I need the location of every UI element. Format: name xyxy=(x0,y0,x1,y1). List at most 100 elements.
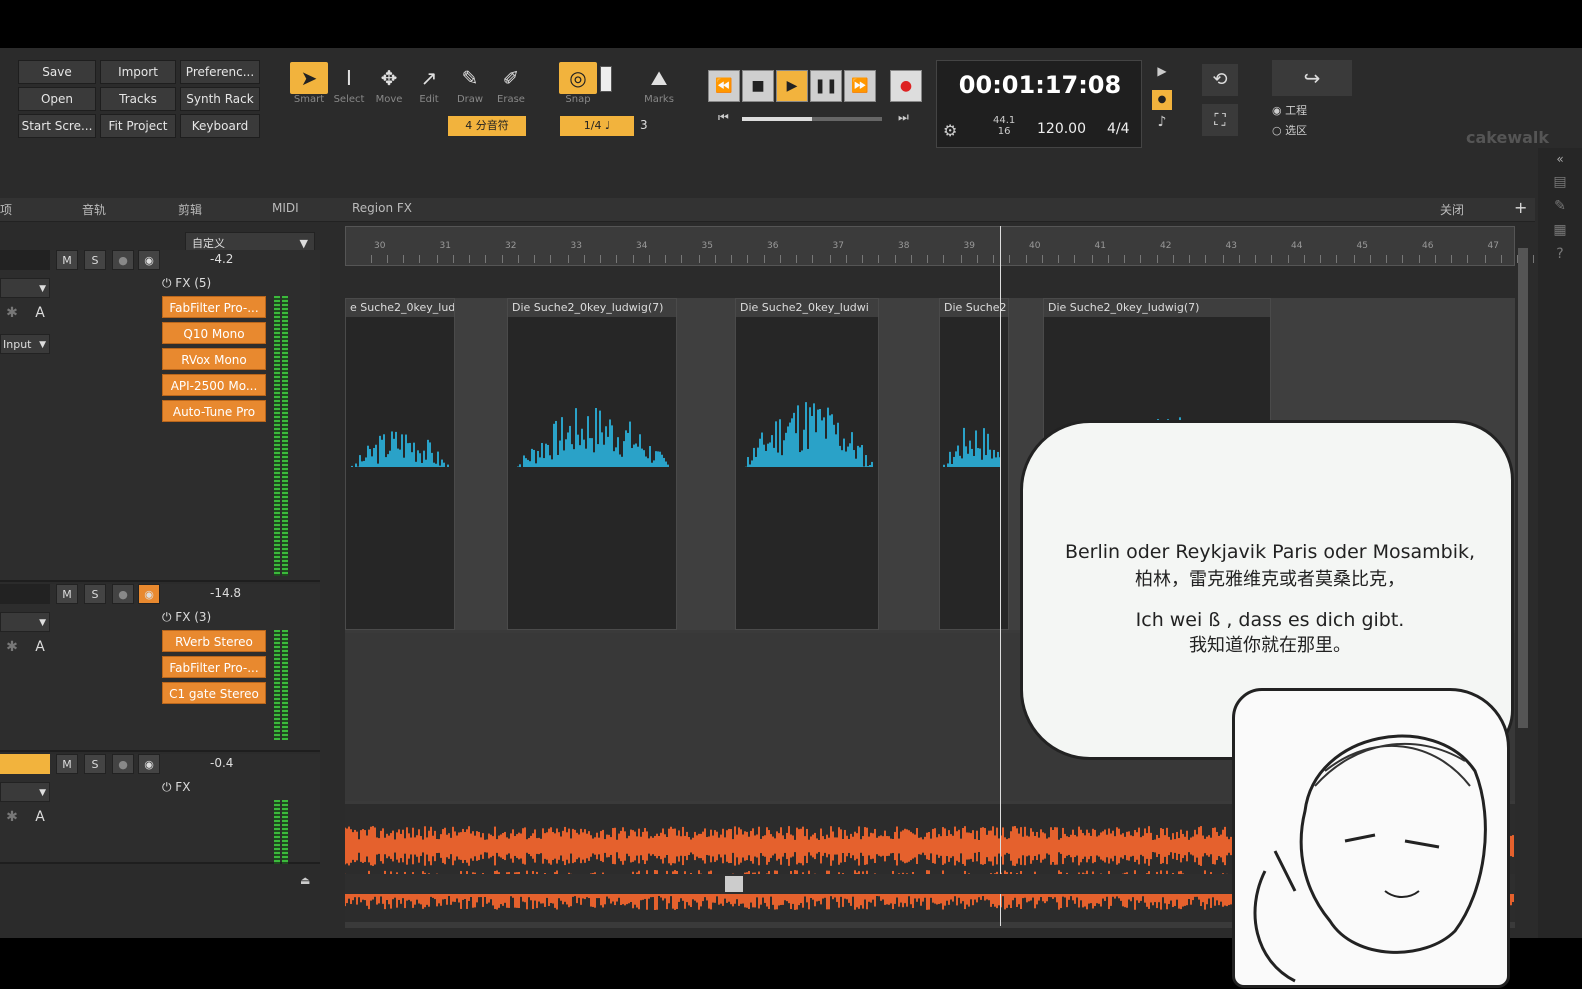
track-name-field[interactable] xyxy=(0,584,50,604)
open-button[interactable]: Open xyxy=(18,87,96,111)
edit-tool[interactable]: ↗ Edit xyxy=(410,62,448,114)
add-track-icon[interactable]: + xyxy=(1514,198,1527,217)
fast-forward-button[interactable]: ⏩ xyxy=(844,70,876,102)
smart-tool[interactable]: ➤ Smart xyxy=(290,62,328,114)
menu-clips[interactable]: 剪辑 xyxy=(178,201,202,218)
volume-value[interactable]: -4.2 xyxy=(210,252,233,266)
help-icon[interactable]: ? xyxy=(1538,246,1582,262)
keyboard-button[interactable]: Keyboard xyxy=(180,114,260,138)
freeze-icon[interactable]: ✱ xyxy=(0,639,24,661)
play-button[interactable]: ▶ xyxy=(776,70,808,102)
fx-plugin-slot[interactable]: API-2500 Mo... xyxy=(162,374,266,396)
fx-bin-header[interactable]: ⏻ FX xyxy=(162,778,266,796)
record-arm-button[interactable]: ● xyxy=(112,754,134,774)
fx-plugin-slot[interactable]: FabFilter Pro-... xyxy=(162,296,266,318)
region-radio[interactable]: ○ 选区 xyxy=(1272,122,1307,138)
position-slider[interactable] xyxy=(742,117,882,121)
track-name-field[interactable] xyxy=(0,754,50,774)
snap-toggle[interactable]: ◎ Snap xyxy=(559,62,597,114)
move-tool[interactable]: ✥ Move xyxy=(370,62,408,114)
stop-button[interactable]: ■ xyxy=(742,70,774,102)
start-screen-button[interactable]: Start Scre... xyxy=(18,114,96,138)
track-dropdown[interactable] xyxy=(0,782,50,802)
input-echo-icon[interactable]: ◉ xyxy=(138,754,160,774)
track-dropdown[interactable] xyxy=(0,278,50,298)
fx-plugin-slot[interactable]: Q10 Mono xyxy=(162,322,266,344)
select-tool[interactable]: I Select xyxy=(330,62,368,114)
go-to-start-icon[interactable]: ⏮ xyxy=(718,110,729,125)
menu-tracks[interactable]: 音轨 xyxy=(82,201,106,218)
audio-clip[interactable]: Die Suche2_0key_ludwig(7) xyxy=(507,298,677,630)
fx-bin-header[interactable]: ⏻ FX (5) xyxy=(162,274,266,292)
volume-value[interactable]: -14.8 xyxy=(210,586,241,600)
pause-button[interactable]: ❚❚ xyxy=(810,70,842,102)
tracks-button[interactable]: Tracks xyxy=(100,87,176,111)
record-mode-icon[interactable]: ● xyxy=(1152,90,1172,110)
go-to-end-icon[interactable]: ⏭ xyxy=(898,110,909,125)
input-dropdown[interactable]: Input xyxy=(0,334,50,354)
menu-project[interactable]: 项 xyxy=(0,201,12,218)
record-arm-button[interactable]: ● xyxy=(112,250,134,270)
menu-close[interactable]: 关闭 xyxy=(1440,201,1464,218)
vertical-scrollbar[interactable] xyxy=(1518,248,1528,728)
menu-region-fx[interactable]: Region FX xyxy=(352,201,412,215)
fx-bin-header[interactable]: ⏻ FX (3) xyxy=(162,608,266,626)
loop-icon[interactable]: ⟲ xyxy=(1202,64,1238,96)
fx-plugin-slot[interactable]: C1 gate Stereo xyxy=(162,682,266,704)
solo-button[interactable]: S xyxy=(84,754,106,774)
track-name-field[interactable] xyxy=(0,250,50,270)
track-dropdown[interactable] xyxy=(0,612,50,632)
fx-plugin-slot[interactable]: RVerb Stereo xyxy=(162,630,266,652)
mute-button[interactable]: M xyxy=(56,584,78,604)
notes-icon[interactable]: ▦ xyxy=(1538,222,1582,238)
synth-rack-button[interactable]: Synth Rack xyxy=(180,87,260,111)
rewind-button[interactable]: ⏪ xyxy=(708,70,740,102)
freeze-icon[interactable]: ✱ xyxy=(0,809,24,831)
save-button[interactable]: Save xyxy=(18,60,96,84)
fit-project-button[interactable]: Fit Project xyxy=(100,114,176,138)
fx-plugin-slot[interactable]: RVox Mono xyxy=(162,348,266,370)
fx-plugin-slot[interactable]: Auto-Tune Pro xyxy=(162,400,266,422)
record-button[interactable]: ● xyxy=(890,70,922,102)
erase-tool[interactable]: ✐ Erase xyxy=(492,62,530,114)
input-echo-icon[interactable]: ◉ xyxy=(138,584,160,604)
collapse-icon[interactable]: « xyxy=(1538,152,1582,166)
preferences-button[interactable]: Preferenc... xyxy=(180,60,260,84)
meter-value[interactable]: 4/4 xyxy=(1107,121,1130,137)
mute-button[interactable]: M xyxy=(56,754,78,774)
brush-icon[interactable]: ✎ xyxy=(1538,198,1582,214)
tempo-value[interactable]: 120.00 xyxy=(1037,121,1086,137)
marks-button[interactable]: ⛰ Marks xyxy=(640,62,678,114)
timeline-ruler[interactable]: 30 31 32 33 34 35 36 37 38 39 40 41 42 43 44 45 46 47 xyxy=(345,226,1534,266)
audio-clip[interactable]: Die Suche2 xyxy=(939,298,1009,630)
automation-button[interactable]: A xyxy=(30,639,50,661)
freeze-icon[interactable]: ✱ xyxy=(0,305,24,327)
note-value-dropdown[interactable]: 4 分音符 xyxy=(448,116,526,136)
export-icon[interactable]: ↪ xyxy=(1272,60,1352,96)
metronome-icon[interactable]: ♪ xyxy=(1152,114,1172,134)
snap-mode-switch[interactable] xyxy=(600,66,612,92)
audio-clip[interactable]: e Suche2_0key_lud xyxy=(345,298,455,630)
volume-value[interactable]: -0.4 xyxy=(210,756,233,770)
automation-button[interactable]: A xyxy=(30,305,50,327)
record-arm-button[interactable]: ● xyxy=(112,584,134,604)
solo-button[interactable]: S xyxy=(84,250,106,270)
input-echo-icon[interactable]: ◉ xyxy=(138,250,160,270)
automation-button[interactable]: A xyxy=(30,809,50,831)
metronome-sync-icon[interactable]: ⚙ xyxy=(943,121,957,140)
playhead-line[interactable] xyxy=(1000,226,1001,926)
import-button[interactable]: Import xyxy=(100,60,176,84)
project-radio[interactable]: ◉ 工程 xyxy=(1272,102,1307,118)
snap-resolution-dropdown[interactable]: 1/4 ♩ xyxy=(560,116,634,136)
fx-plugin-slot[interactable]: FabFilter Pro-... xyxy=(162,656,266,678)
scrollbar-thumb[interactable] xyxy=(725,876,743,892)
audio-clip[interactable]: Die Suche2_0key_ludwi xyxy=(735,298,879,630)
solo-button[interactable]: S xyxy=(84,584,106,604)
transport-more-icon[interactable]: ▶ xyxy=(1152,64,1172,84)
draw-tool[interactable]: ✎ Draw xyxy=(451,62,489,114)
fullscreen-icon[interactable]: ⛶ xyxy=(1202,104,1238,136)
folder-icon[interactable]: ▤ xyxy=(1538,174,1582,190)
eject-icon[interactable]: ⏏ xyxy=(300,874,310,887)
menu-midi[interactable]: MIDI xyxy=(272,201,299,215)
mute-button[interactable]: M xyxy=(56,250,78,270)
